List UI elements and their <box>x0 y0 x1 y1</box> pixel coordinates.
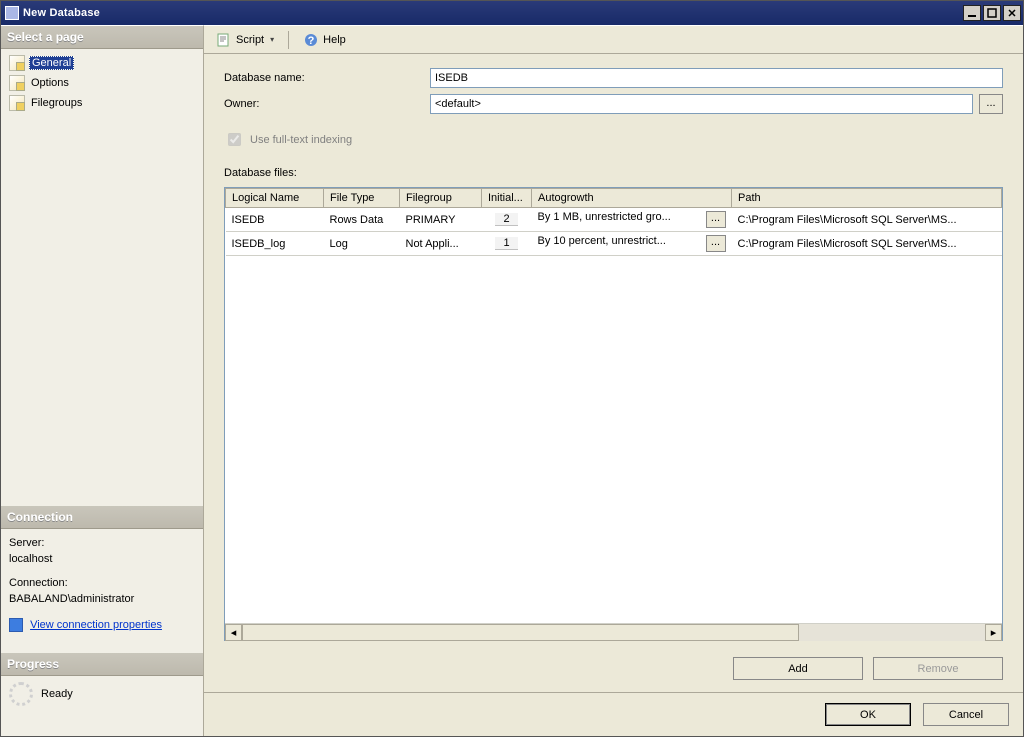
col-path[interactable]: Path <box>732 189 1002 208</box>
toolbar: Script ▾ ? Help <box>204 26 1023 54</box>
connection-header: Connection <box>1 506 203 529</box>
dbname-input[interactable] <box>430 68 1003 88</box>
cell-file-type[interactable]: Log <box>324 232 400 256</box>
sidebar-item-general[interactable]: General <box>7 53 197 73</box>
owner-input[interactable] <box>430 94 973 114</box>
dbname-label: Database name: <box>224 72 424 84</box>
script-button[interactable]: Script ▾ <box>212 30 278 50</box>
help-icon: ? <box>303 32 319 48</box>
sidebar-item-filegroups[interactable]: Filegroups <box>7 93 197 113</box>
script-icon <box>216 32 232 48</box>
window-title: New Database <box>23 7 961 19</box>
cell-file-type[interactable]: Rows Data <box>324 208 400 232</box>
owner-browse-button[interactable]: ... <box>979 94 1003 114</box>
cell-logical-name[interactable]: ISEDB <box>226 208 324 232</box>
view-connection-properties[interactable]: View connection properties <box>9 617 195 633</box>
cell-logical-name[interactable]: ISEDB_log <box>226 232 324 256</box>
progress-status: Ready <box>41 688 73 700</box>
dbname-row: Database name: <box>224 68 1003 88</box>
fulltext-label: Use full-text indexing <box>250 134 352 146</box>
database-files-grid-wrap: Logical Name File Type Filegroup Initial… <box>224 187 1003 641</box>
sidebar-item-label: General <box>29 56 74 70</box>
progress-header: Progress <box>1 653 203 676</box>
toolbar-separator <box>288 31 289 49</box>
page-icon <box>9 95 25 111</box>
minimize-button[interactable] <box>963 5 981 21</box>
connection-panel: Server: localhost Connection: BABALAND\a… <box>1 529 203 639</box>
progress-spinner-icon <box>9 682 33 706</box>
cancel-button[interactable]: Cancel <box>923 703 1009 726</box>
add-button[interactable]: Add <box>733 657 863 680</box>
cell-autogrowth[interactable]: ...By 10 percent, unrestrict... <box>532 232 732 256</box>
cell-initial[interactable]: 1 <box>482 232 532 256</box>
scroll-thumb[interactable] <box>242 624 799 641</box>
content-pane: Script ▾ ? Help Database name: Owner: <box>204 25 1023 736</box>
connection-icon <box>9 618 23 632</box>
col-autogrowth[interactable]: Autogrowth <box>532 189 732 208</box>
cell-filegroup[interactable]: Not Appli... <box>400 232 482 256</box>
ok-button[interactable]: OK <box>825 703 911 726</box>
cell-autogrowth[interactable]: ...By 1 MB, unrestricted gro... <box>532 208 732 232</box>
view-connection-props-link[interactable]: View connection properties <box>30 619 162 631</box>
cell-initial[interactable]: 2 <box>482 208 532 232</box>
scroll-track[interactable] <box>242 624 985 641</box>
owner-row: Owner: ... <box>224 94 1003 114</box>
dialog-footer: OK Cancel <box>204 692 1023 736</box>
script-label: Script <box>236 34 264 46</box>
help-label: Help <box>323 34 346 46</box>
sidebar-item-label: Options <box>29 77 71 89</box>
horizontal-scrollbar[interactable]: ◂ ▸ <box>225 623 1002 640</box>
col-filegroup[interactable]: Filegroup <box>400 189 482 208</box>
autogrowth-ellipsis-button[interactable]: ... <box>706 235 726 252</box>
connection-value: BABALAND\administrator <box>9 591 195 607</box>
select-page-header: Select a page <box>1 26 203 49</box>
maximize-button[interactable] <box>983 5 1001 21</box>
server-label: Server: <box>9 535 195 551</box>
cell-filegroup[interactable]: PRIMARY <box>400 208 482 232</box>
scroll-left-button[interactable]: ◂ <box>225 624 242 641</box>
connection-label: Connection: <box>9 575 195 591</box>
scroll-right-button[interactable]: ▸ <box>985 624 1002 641</box>
owner-label: Owner: <box>224 98 424 110</box>
database-files-label: Database files: <box>224 167 1003 179</box>
table-row[interactable]: ISEDB_log Log Not Appli... 1 ...By 10 pe… <box>226 232 1002 256</box>
grid-actions: Add Remove <box>224 647 1003 684</box>
database-files-grid[interactable]: Logical Name File Type Filegroup Initial… <box>225 188 1002 256</box>
grid-header-row: Logical Name File Type Filegroup Initial… <box>226 189 1002 208</box>
cell-path[interactable]: C:\Program Files\Microsoft SQL Server\MS… <box>732 232 1002 256</box>
page-nav: General Options Filegroups <box>1 49 203 117</box>
cell-path[interactable]: C:\Program Files\Microsoft SQL Server\MS… <box>732 208 1002 232</box>
fulltext-checkbox <box>228 133 241 146</box>
page-icon <box>9 55 25 71</box>
help-button[interactable]: ? Help <box>299 30 350 50</box>
server-value: localhost <box>9 551 195 567</box>
title-bar: New Database <box>1 1 1023 25</box>
autogrowth-ellipsis-button[interactable]: ... <box>706 211 726 228</box>
col-logical-name[interactable]: Logical Name <box>226 189 324 208</box>
chevron-down-icon: ▾ <box>270 35 274 44</box>
sidebar-item-label: Filegroups <box>29 97 84 109</box>
fulltext-row: Use full-text indexing <box>224 130 1003 149</box>
page-icon <box>9 75 25 91</box>
col-initial[interactable]: Initial... <box>482 189 532 208</box>
table-row[interactable]: ISEDB Rows Data PRIMARY 2 ...By 1 MB, un… <box>226 208 1002 232</box>
window-icon <box>5 6 19 20</box>
form-area: Database name: Owner: ... Use full-text … <box>204 54 1023 692</box>
sidebar-item-options[interactable]: Options <box>7 73 197 93</box>
svg-text:?: ? <box>308 35 315 47</box>
close-button[interactable] <box>1003 5 1021 21</box>
col-file-type[interactable]: File Type <box>324 189 400 208</box>
sidebar: Select a page General Options Filegroups… <box>1 25 204 736</box>
new-database-window: New Database Select a page General Optio… <box>0 0 1024 737</box>
remove-button: Remove <box>873 657 1003 680</box>
progress-panel: Ready <box>1 676 203 712</box>
